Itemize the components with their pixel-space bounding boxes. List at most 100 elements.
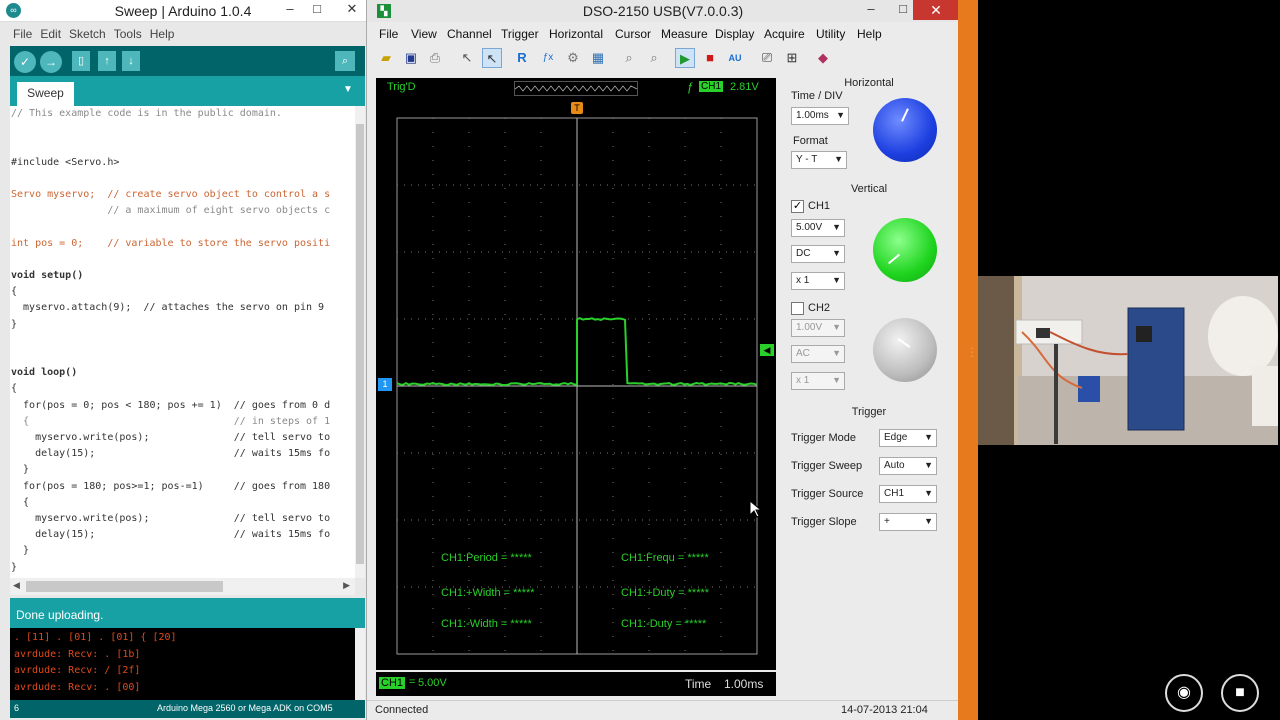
save-disk-icon[interactable]: ▣	[401, 48, 421, 68]
scrollbar-thumb[interactable]	[26, 581, 223, 592]
ch1-coupling-select[interactable]: DC ▼	[791, 245, 845, 263]
format-select[interactable]: Y - T ▼	[791, 151, 847, 169]
new-file-icon[interactable]: ▯	[72, 51, 90, 71]
code-line: myservo.write(pos); // tell servo to	[11, 432, 330, 443]
save-down-icon[interactable]: ↓	[122, 51, 140, 71]
trigger-section-title: Trigger	[783, 406, 955, 418]
scope-footer: CH1 = 5.00V Time 1.00ms	[376, 672, 776, 696]
vertical-section-title: Vertical	[783, 183, 955, 195]
snapshot-camera-icon[interactable]: ◉	[1165, 674, 1203, 712]
math-fx-icon[interactable]: ƒx	[538, 48, 558, 68]
menu-help[interactable]: Help	[142, 26, 175, 43]
display-chart-icon[interactable]: ▦	[588, 48, 608, 68]
time-div-knob[interactable]	[873, 98, 937, 162]
menu-cursor[interactable]: Cursor	[615, 26, 651, 43]
menu-tools[interactable]: Tools	[106, 26, 142, 43]
menu-acquire[interactable]: Acquire	[764, 26, 805, 43]
scroll-right-icon[interactable]: ▶	[343, 580, 350, 591]
menu-edit[interactable]: Edit	[32, 26, 61, 43]
code-line: for(pos = 0; pos < 180; pos += 1) // goe…	[11, 400, 330, 411]
ch1-ground-marker[interactable]: 1	[378, 378, 392, 391]
trigger-mode-value: Edge	[884, 432, 907, 443]
eraser-icon[interactable]: ◆	[813, 48, 833, 68]
ch1-volts-knob[interactable]	[873, 218, 937, 282]
trigger-sweep-select[interactable]: Auto ▼	[879, 457, 937, 475]
pointer-icon[interactable]: ↖	[482, 48, 502, 68]
editor-vertical-scrollbar[interactable]	[355, 106, 365, 578]
menu-utility[interactable]: Utility	[816, 26, 845, 43]
scope-grid	[376, 98, 776, 670]
video-camera-icon[interactable]: ■	[1221, 674, 1259, 712]
time-div-select[interactable]: 1.00ms ▼	[791, 107, 849, 125]
minimize-icon[interactable]: –	[276, 0, 304, 20]
ch2-coupling-select[interactable]: AC ▼	[791, 345, 845, 363]
trigger-level-marker[interactable]: ◀	[760, 344, 774, 356]
horizontal-section-title: Horizontal	[783, 77, 955, 89]
verify-check-icon[interactable]: ✓	[14, 51, 36, 73]
trigger-mode-select[interactable]: Edge ▼	[879, 429, 937, 447]
close-icon[interactable]: ✕	[338, 0, 366, 20]
menu-file[interactable]: File	[0, 26, 32, 43]
console-line: avrdude: Recv: . [00]	[14, 682, 351, 699]
chevron-down-icon: ▼	[832, 348, 841, 358]
settings-gear-icon[interactable]: ⚙	[563, 48, 583, 68]
menu-trigger[interactable]: Trigger	[501, 26, 539, 43]
editor-horizontal-scrollbar[interactable]: ◀ ▶	[10, 578, 355, 595]
mouse-pointer-icon	[748, 500, 768, 520]
ch1-volts-select[interactable]: 5.00V ▼	[791, 219, 845, 237]
code-line: {	[11, 286, 17, 297]
trigger-source-select[interactable]: CH1 ▼	[879, 485, 937, 503]
ch2-checkbox[interactable]	[791, 302, 804, 315]
zoom-in-icon[interactable]: ⌕	[619, 48, 639, 68]
maximize-icon[interactable]: □	[303, 0, 331, 20]
menu-channel[interactable]: Channel	[447, 26, 492, 43]
menu-view[interactable]: View	[411, 26, 437, 43]
ch1-checkbox[interactable]: ✓	[791, 200, 804, 213]
menu-help[interactable]: Help	[857, 26, 882, 43]
trigger-state: Trig'D	[387, 81, 416, 93]
serial-monitor-icon[interactable]: ⌕	[335, 51, 355, 71]
ch2-volts-knob[interactable]	[873, 318, 937, 382]
chevron-down-icon: ▼	[832, 375, 841, 385]
run-play-icon[interactable]: ▶	[675, 48, 695, 68]
trigger-slope-value: +	[884, 516, 890, 527]
chevron-down-icon: ▼	[832, 222, 841, 232]
trigger-position-marker[interactable]: T	[571, 102, 583, 114]
print-icon[interactable]: ⎙	[425, 48, 445, 68]
ch2-probe-select[interactable]: x 1 ▼	[791, 372, 845, 390]
auto-set-icon[interactable]: AU	[725, 48, 745, 68]
ch2-probe-value: x 1	[796, 375, 809, 386]
format-label: Format	[793, 135, 828, 147]
resize-handle-icon[interactable]: ⋮	[966, 345, 978, 359]
timebase-overview-wave	[515, 82, 637, 95]
stop-square-icon[interactable]: ■	[700, 48, 720, 68]
select-cursor-icon[interactable]: ↖	[457, 48, 477, 68]
zoom-out-icon[interactable]: ⌕	[644, 48, 664, 68]
open-up-icon[interactable]: ↑	[98, 51, 116, 71]
trigger-level: 2.81V	[730, 81, 759, 93]
tab-sweep[interactable]: Sweep	[17, 82, 74, 106]
code-editor[interactable]: // This example code is in the public do…	[10, 106, 355, 578]
menu-file[interactable]: File	[379, 26, 398, 43]
scope-display[interactable]: T ◀ 1 CH1:Period = ***** CH1:Frequ = ***…	[376, 98, 776, 670]
tab-menu-down-icon[interactable]: ▼	[341, 84, 355, 98]
trigger-slope-select[interactable]: + ▼	[879, 513, 937, 531]
minimize-icon[interactable]: –	[857, 0, 885, 20]
menu-display[interactable]: Display	[715, 26, 754, 43]
menu-horizontal[interactable]: Horizontal	[549, 26, 603, 43]
code-line: }	[11, 545, 29, 556]
scroll-left-icon[interactable]: ◀	[13, 580, 20, 591]
close-icon[interactable]: ✕	[913, 0, 959, 20]
scrollbar-thumb[interactable]	[356, 124, 364, 564]
window-layout-icon[interactable]: ⊞	[782, 48, 802, 68]
ch1-probe-select[interactable]: x 1 ▼	[791, 272, 845, 290]
upload-arrow-icon[interactable]: →	[40, 51, 62, 73]
menu-sketch[interactable]: Sketch	[61, 26, 106, 43]
ch2-volts-value: 1.00V	[796, 322, 822, 333]
open-folder-icon[interactable]: ▰	[376, 48, 396, 68]
menu-measure[interactable]: Measure	[661, 26, 708, 43]
ch2-volts-select[interactable]: 1.00V ▼	[791, 319, 845, 337]
console-scrollbar[interactable]	[355, 628, 365, 700]
reference-r-icon[interactable]: R	[512, 48, 532, 68]
screen-capture-icon[interactable]: ⎚	[757, 48, 777, 68]
